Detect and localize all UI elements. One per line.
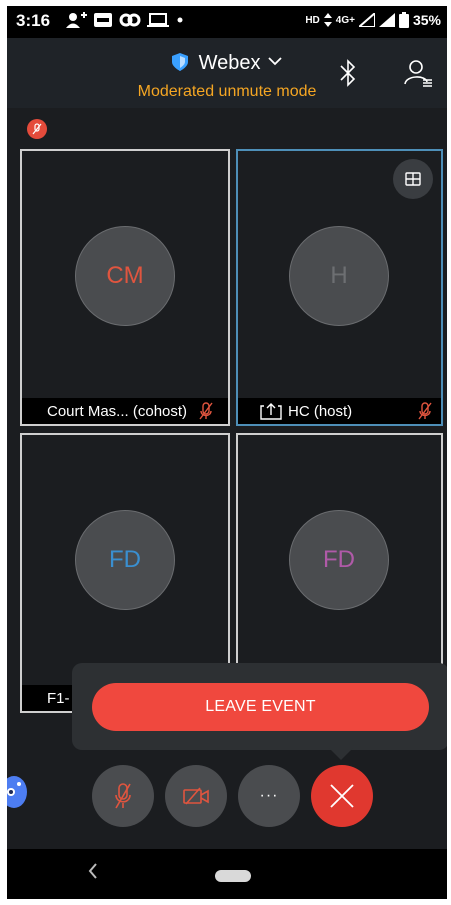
floating-app-bubble[interactable] <box>7 776 27 808</box>
meeting-header: Webex Moderated unmute mode <box>7 38 447 108</box>
mic-off-icon <box>418 402 432 420</box>
back-icon[interactable] <box>87 861 99 881</box>
home-pill[interactable] <box>215 870 251 882</box>
meeting-title[interactable]: Webex <box>7 52 447 75</box>
avatar-initials: H <box>330 262 348 289</box>
avatar-initials: FD <box>109 546 141 573</box>
dot-icon <box>177 17 183 23</box>
system-nav-bar <box>7 849 447 899</box>
status-time: 3:16 <box>16 11 51 30</box>
add-person-icon <box>66 12 87 28</box>
more-icon: ··· <box>259 787 279 804</box>
leave-event-button[interactable]: LEAVE EVENT <box>92 683 429 731</box>
hd-label: HD <box>305 14 320 26</box>
grid-icon <box>405 172 421 186</box>
mic-off-icon <box>115 783 131 809</box>
muted-badge <box>27 119 47 139</box>
participant-tile[interactable]: H HC (host) <box>236 149 443 426</box>
avatar: H <box>289 226 389 326</box>
layout-button[interactable] <box>393 159 433 199</box>
participants-icon[interactable] <box>403 58 433 88</box>
bot-icon <box>7 782 21 796</box>
close-icon <box>330 784 354 808</box>
participant-tile[interactable]: CM Court Mas... (cohost) <box>20 149 230 426</box>
popup-arrow <box>329 748 353 760</box>
avatar: FD <box>289 510 389 610</box>
participant-name: Court Mas... (cohost) <box>47 402 188 420</box>
video-button[interactable] <box>165 765 227 827</box>
signal-icon <box>358 13 375 27</box>
mic-off-icon <box>199 402 213 420</box>
battery-percent: 35% <box>412 12 441 28</box>
participant-name-bar: HC (host) <box>238 398 441 424</box>
mute-button[interactable] <box>92 765 154 827</box>
app-notification-icon <box>94 13 112 27</box>
participant-name: F1- <box>47 689 70 707</box>
data-arrows-icon <box>323 13 332 27</box>
network-type: 4G+ <box>335 14 355 26</box>
avatar: FD <box>75 510 175 610</box>
share-icon <box>260 403 282 420</box>
avatar-initials: FD <box>323 546 355 573</box>
chevron-down-icon <box>268 57 282 66</box>
avatar-initials: CM <box>106 262 144 289</box>
app-screen: 3:16 HD 4G+ 35% Webex Moderated unmute m… <box>7 6 447 899</box>
laptop-icon <box>147 13 169 27</box>
link-icon <box>119 13 141 27</box>
signal-full-icon <box>378 13 395 27</box>
status-right: HD 4G+ 35% <box>305 12 441 28</box>
battery-icon <box>398 12 409 28</box>
participant-name: HC (host) <box>288 402 353 420</box>
participant-name-bar: Court Mas... (cohost) <box>22 398 228 424</box>
status-bar: 3:16 HD 4G+ 35% <box>7 6 447 38</box>
end-call-button[interactable] <box>311 765 373 827</box>
mic-off-icon <box>32 123 42 135</box>
shield-icon <box>171 53 193 73</box>
bluetooth-icon[interactable] <box>337 58 359 88</box>
video-off-icon <box>183 787 209 805</box>
app-title: Webex <box>198 52 261 74</box>
notification-icons <box>65 12 185 28</box>
meeting-mode: Moderated unmute mode <box>137 83 317 100</box>
more-button[interactable]: ··· <box>238 765 300 827</box>
avatar: CM <box>75 226 175 326</box>
